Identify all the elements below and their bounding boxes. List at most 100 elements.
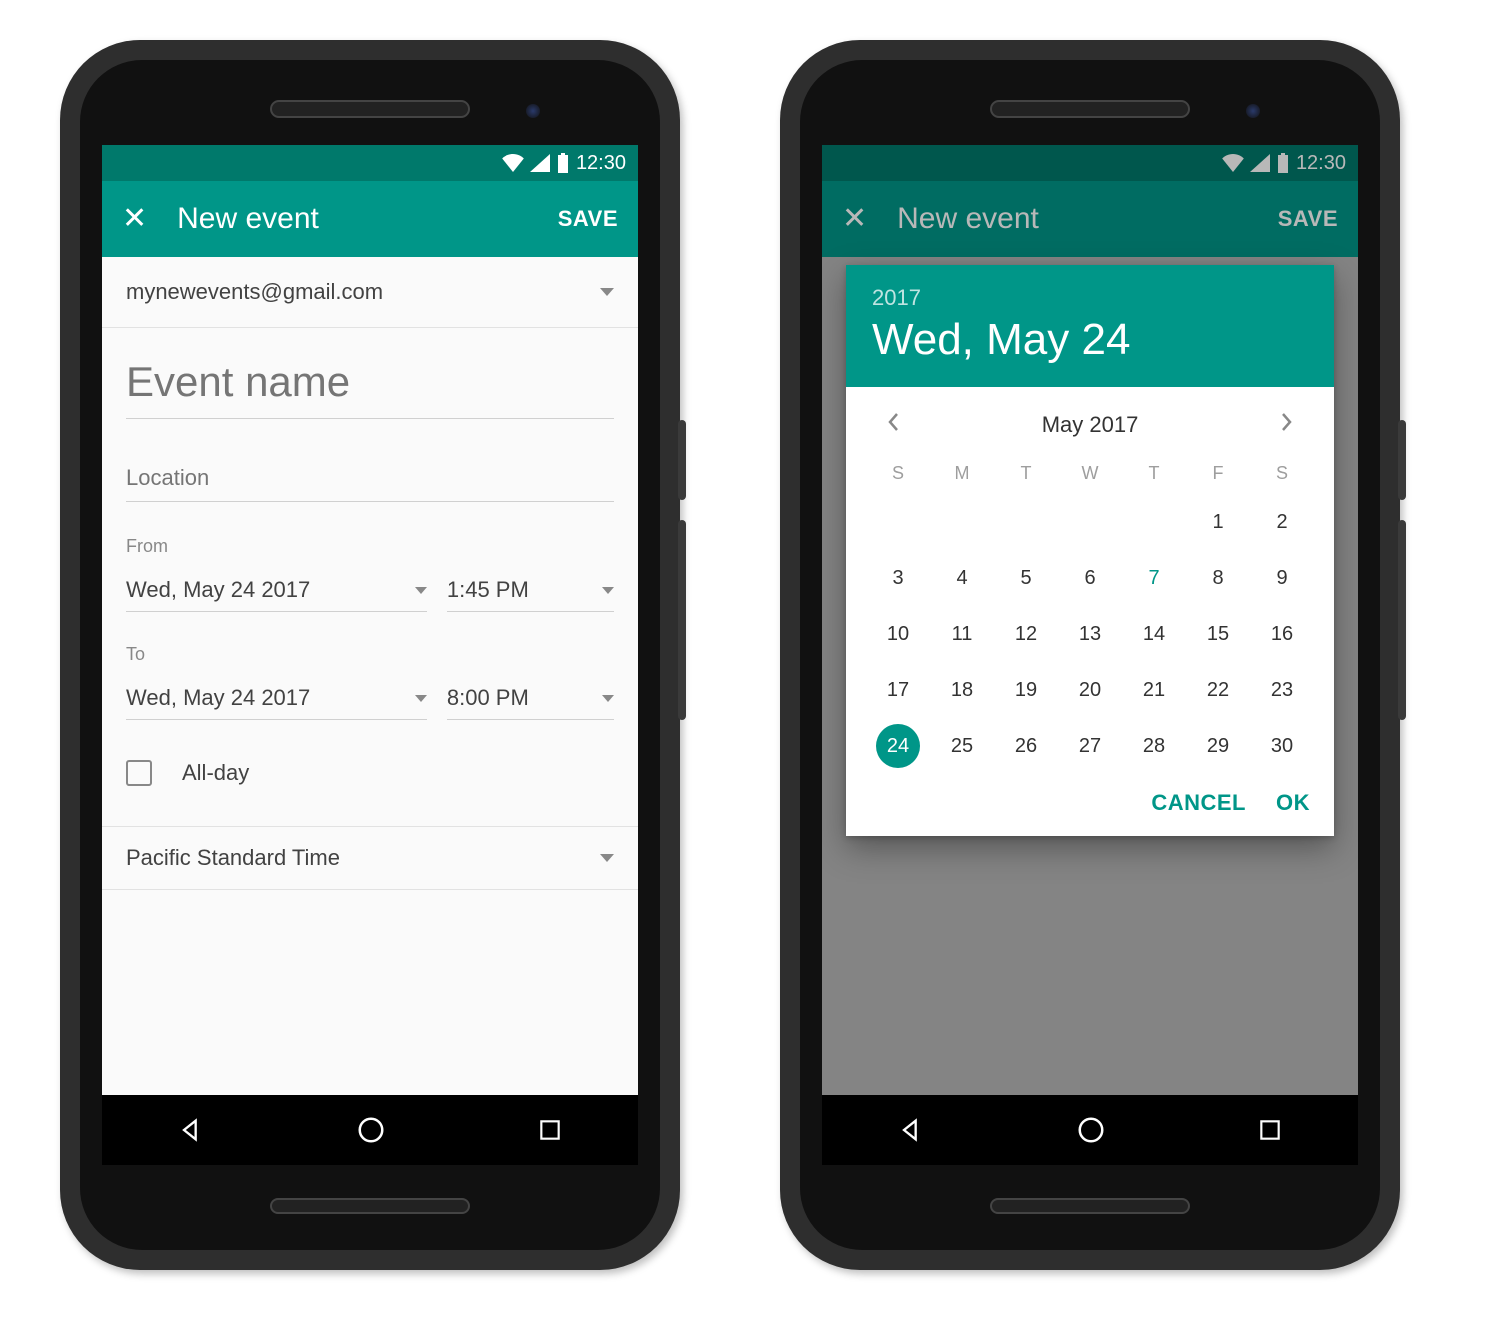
day-cell[interactable]: 25 (930, 718, 994, 774)
chevron-down-icon (415, 587, 427, 594)
day-cell[interactable]: 3 (866, 550, 930, 606)
front-camera (1246, 104, 1260, 118)
date-picker-selected-date[interactable]: Wed, May 24 (872, 315, 1308, 365)
weekday-cell: T (994, 463, 1058, 484)
from-date-value: Wed, May 24 2017 (126, 577, 310, 603)
day-cell[interactable]: 15 (1186, 606, 1250, 662)
to-date-dropdown[interactable]: Wed, May 24 2017 (126, 679, 427, 720)
weekday-cell: S (1250, 463, 1314, 484)
speaker (990, 1198, 1190, 1214)
earpiece (990, 100, 1190, 118)
event-name-input[interactable] (126, 354, 614, 419)
day-cell[interactable]: 20 (1058, 662, 1122, 718)
day-cell[interactable]: 14 (1122, 606, 1186, 662)
app-bar: ✕ New event SAVE (102, 181, 638, 257)
ok-button[interactable]: OK (1276, 790, 1310, 816)
day-cell[interactable]: 2 (1250, 494, 1314, 550)
weekday-cell: S (866, 463, 930, 484)
day-cell[interactable]: 23 (1250, 662, 1314, 718)
account-email: mynewevents@gmail.com (126, 279, 383, 305)
weekday-cell: M (930, 463, 994, 484)
from-label: From (126, 536, 614, 557)
weekday-header: SMTWTFS (866, 459, 1314, 494)
phone-right: 12:30 ✕ New event SAVE 2017 Wed, May 24 (780, 40, 1400, 1270)
earpiece (270, 100, 470, 118)
chevron-down-icon (600, 288, 614, 296)
timezone-dropdown[interactable]: Pacific Standard Time (102, 826, 638, 890)
day-cell[interactable]: 13 (1058, 606, 1122, 662)
from-date-dropdown[interactable]: Wed, May 24 2017 (126, 571, 427, 612)
nav-bar (102, 1095, 638, 1165)
day-cell[interactable]: 26 (994, 718, 1058, 774)
account-dropdown[interactable]: mynewevents@gmail.com (102, 257, 638, 328)
location-input[interactable] (126, 461, 614, 502)
to-label: To (126, 644, 614, 665)
day-empty (1122, 494, 1186, 550)
to-time-dropdown[interactable]: 8:00 PM (447, 679, 614, 720)
day-empty (930, 494, 994, 550)
to-time-value: 8:00 PM (447, 685, 529, 711)
battery-icon (556, 153, 570, 173)
day-cell[interactable]: 8 (1186, 550, 1250, 606)
day-cell[interactable]: 11 (930, 606, 994, 662)
page-title: New event (177, 202, 528, 236)
day-cell[interactable]: 18 (930, 662, 994, 718)
day-empty (866, 494, 930, 550)
day-cell[interactable]: 17 (866, 662, 930, 718)
day-cell[interactable]: 9 (1250, 550, 1314, 606)
back-icon[interactable] (897, 1116, 925, 1144)
month-switcher: May 2017 (866, 401, 1314, 459)
day-cell[interactable]: 29 (1186, 718, 1250, 774)
day-cell[interactable]: 1 (1186, 494, 1250, 550)
day-cell[interactable]: 5 (994, 550, 1058, 606)
month-title: May 2017 (1042, 412, 1139, 438)
recents-icon[interactable] (537, 1117, 563, 1143)
home-icon[interactable] (1076, 1115, 1106, 1145)
day-empty (1058, 494, 1122, 550)
day-cell[interactable]: 10 (866, 606, 930, 662)
screen-right: 12:30 ✕ New event SAVE 2017 Wed, May 24 (822, 145, 1358, 1165)
home-icon[interactable] (356, 1115, 386, 1145)
status-time: 12:30 (576, 152, 626, 175)
date-picker-year[interactable]: 2017 (872, 285, 1308, 311)
weekday-cell: F (1186, 463, 1250, 484)
day-cell[interactable]: 27 (1058, 718, 1122, 774)
status-bar: 12:30 (102, 145, 638, 181)
day-cell[interactable]: 21 (1122, 662, 1186, 718)
day-cell[interactable]: 22 (1186, 662, 1250, 718)
power-button (1398, 420, 1406, 500)
day-cell[interactable]: 24 (866, 718, 930, 774)
speaker (270, 1198, 470, 1214)
allday-checkbox[interactable] (126, 760, 152, 786)
day-cell[interactable]: 30 (1250, 718, 1314, 774)
day-cell[interactable]: 7 (1122, 550, 1186, 606)
day-cell[interactable]: 16 (1250, 606, 1314, 662)
dialog-actions: CANCEL OK (846, 780, 1334, 836)
form: mynewevents@gmail.com From Wed, (102, 257, 638, 890)
back-icon[interactable] (177, 1116, 205, 1144)
timezone-value: Pacific Standard Time (126, 845, 340, 871)
save-button[interactable]: SAVE (558, 206, 618, 232)
day-cell[interactable]: 28 (1122, 718, 1186, 774)
date-picker-header: 2017 Wed, May 24 (846, 265, 1334, 387)
front-camera (526, 104, 540, 118)
wifi-icon (502, 154, 524, 172)
day-empty (994, 494, 1058, 550)
from-time-dropdown[interactable]: 1:45 PM (447, 571, 614, 612)
next-month-button[interactable] (1270, 405, 1304, 445)
from-time-value: 1:45 PM (447, 577, 529, 603)
volume-button (678, 520, 686, 720)
close-icon[interactable]: ✕ (122, 204, 147, 234)
date-picker-dialog: 2017 Wed, May 24 May 2017 (846, 265, 1334, 836)
day-cell[interactable]: 6 (1058, 550, 1122, 606)
chevron-down-icon (600, 854, 614, 862)
day-cell[interactable]: 19 (994, 662, 1058, 718)
day-cell[interactable]: 4 (930, 550, 994, 606)
cancel-button[interactable]: CANCEL (1151, 790, 1246, 816)
prev-month-button[interactable] (876, 405, 910, 445)
recents-icon[interactable] (1257, 1117, 1283, 1143)
power-button (678, 420, 686, 500)
chevron-down-icon (602, 695, 614, 702)
day-cell[interactable]: 12 (994, 606, 1058, 662)
allday-row[interactable]: All-day (102, 738, 638, 808)
